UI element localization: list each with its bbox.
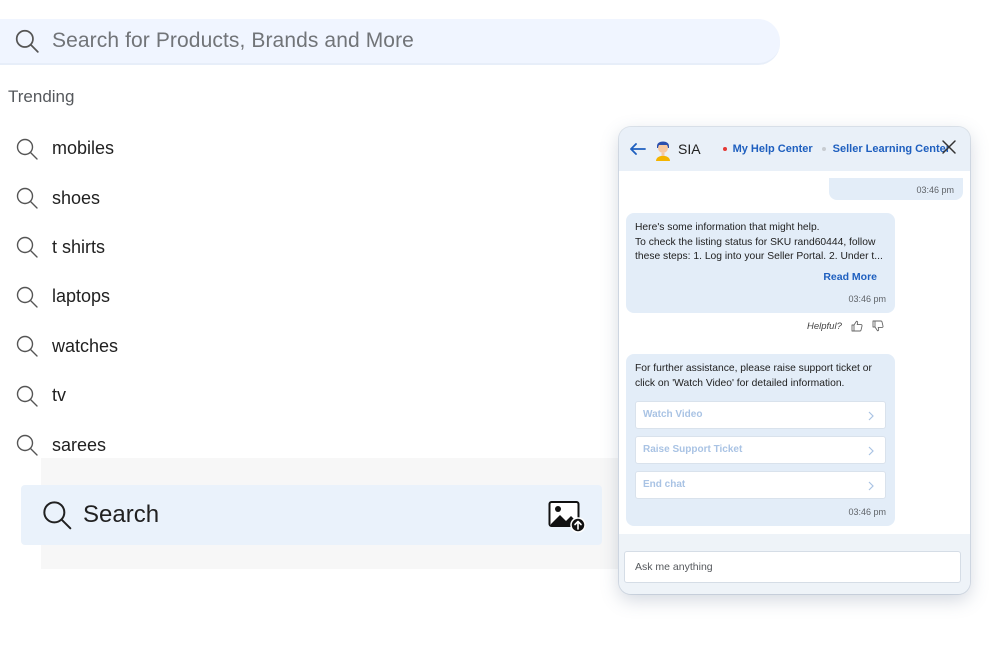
chat-header: SIA My Help Center Seller Learning Cente… [619,127,970,171]
search-button-label: Search [83,501,160,528]
read-more-link[interactable]: Read More [823,270,877,285]
trending-item-label: shoes [52,187,101,208]
chevron-right-icon [868,446,874,456]
trending-item-label: watches [52,335,119,356]
search-placeholder: Search for Products, Brands and More [52,29,414,52]
trending-item-label: sarees [52,434,107,455]
bot-message-text: For further assistance, please raise sup… [635,363,872,389]
chat-messages: 03:46 pm Here's some information that mi… [619,171,970,534]
chat-footer: Ask me anything [619,534,970,594]
trending-item-label: tv [52,385,67,406]
end-chat-button[interactable]: End chat [635,471,886,499]
bot-message: For further assistance, please raise sup… [626,354,895,526]
action-label: Watch Video [643,408,703,420]
trending-title: Trending [8,87,75,106]
search-icon [43,501,72,530]
search-bar[interactable]: Search for Products, Brands and More [0,19,780,65]
back-arrow-icon[interactable] [629,140,647,158]
chevron-right-icon [868,481,874,491]
message-time: 03:46 pm [916,185,954,195]
trending-item[interactable]: laptops [15,272,118,321]
raise-ticket-button[interactable]: Raise Support Ticket [635,436,886,464]
sia-avatar-icon [656,141,670,161]
chat-widget: SIA My Help Center Seller Learning Cente… [619,127,970,594]
search-icon [15,29,39,53]
thumbs-up-icon[interactable] [851,320,863,332]
watch-video-button[interactable]: Watch Video [635,401,886,429]
bot-message: Here's some information that might help.… [626,213,895,313]
search-icon [16,434,38,456]
message-time: 03:46 pm [848,293,886,304]
search-icon [16,138,38,160]
chat-input[interactable]: Ask me anything [624,551,961,583]
user-message: 03:46 pm [829,178,963,200]
search-icon [16,385,38,407]
trending-item-label: mobiles [52,138,115,159]
trending-item-label: laptops [52,286,111,307]
trending-item[interactable]: shoes [15,173,118,222]
chat-input-placeholder: Ask me anything [635,561,713,573]
message-time: 03:46 pm [848,506,886,517]
help-center-link[interactable]: My Help Center [733,143,813,155]
assistant-name: SIA [678,141,701,157]
search-button[interactable]: Search [21,485,602,545]
separator-dot [821,147,826,151]
thumbs-down-icon[interactable] [872,320,884,332]
trending-item[interactable]: watches [15,322,118,371]
action-label: Raise Support Ticket [643,443,743,455]
search-icon [16,286,38,308]
close-icon[interactable] [941,139,957,155]
search-icon [16,187,38,209]
learning-center-link[interactable]: Seller Learning Center [833,143,950,155]
trending-list: mobiles shoes t shirts laptops watches t… [15,124,118,470]
search-icon [16,237,38,259]
action-label: End chat [643,478,686,490]
status-dot [722,147,727,151]
trending-item[interactable]: tv [15,371,118,420]
trending-item[interactable]: t shirts [15,223,118,272]
search-icon [16,336,38,357]
trending-item-label: t shirts [52,236,106,257]
chevron-right-icon [868,411,874,421]
helpful-label: Helpful? [807,320,842,332]
image-upload-icon[interactable] [548,499,586,533]
helpful-feedback: Helpful? [807,320,884,332]
trending-item[interactable]: mobiles [15,124,118,173]
bot-message-text: Here's some information that might help.… [635,222,883,262]
